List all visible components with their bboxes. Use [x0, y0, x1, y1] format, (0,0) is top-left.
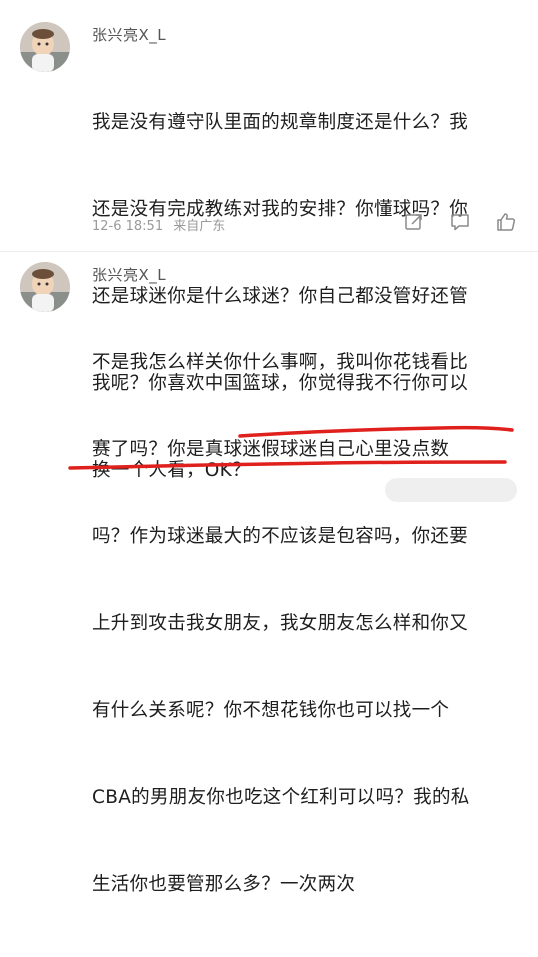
comment-text: 不是我怎么样关你什么事啊，我叫你花钱看比 赛了吗？你是真球迷假球迷自己心里没点数…	[92, 290, 522, 957]
username[interactable]: 张兴亮X_L	[92, 24, 166, 45]
comment-line: CBA的男朋友你也吃这个红利可以吗？我的私	[92, 787, 470, 808]
comment-meta: 12-6 18:51 来自广东	[92, 215, 231, 234]
comment-actions	[404, 212, 516, 232]
avatar[interactable]	[20, 262, 70, 312]
comment-icon[interactable]	[450, 212, 470, 232]
username[interactable]: 张兴亮X_L	[92, 264, 166, 285]
comment-line: 我是没有遵守队里面的规章制度还是什么？我	[92, 112, 469, 133]
comment-line: 生活你也要管那么多？一次两次	[92, 874, 356, 895]
comment-line: 赛了吗？你是真球迷假球迷自己心里没点数	[92, 439, 450, 460]
comment-line: 有什么关系呢？你不想花钱你也可以找一个	[92, 700, 450, 721]
comment-line: 吗？作为球迷最大的不应该是包容吗，你还要	[92, 526, 469, 547]
like-icon[interactable]	[496, 212, 516, 232]
location: 来自广东	[173, 219, 226, 234]
avatar[interactable]	[20, 22, 70, 72]
comment-line: 不是我怎么样关你什么事啊，我叫你花钱看比	[92, 352, 469, 373]
comment-line: 上升到攻击我女朋友，我女朋友怎么样和你又	[92, 613, 469, 634]
comment-2: 张兴亮X_L 不是我怎么样关你什么事啊，我叫你花钱看比 赛了吗？你是真球迷假球迷…	[0, 252, 538, 895]
watermark-badge	[385, 478, 517, 502]
timestamp: 12-6 18:51	[92, 219, 164, 234]
comment-1: 张兴亮X_L 我是没有遵守队里面的规章制度还是什么？我 还是没有完成教练对我的安…	[0, 0, 538, 481]
share-icon[interactable]	[404, 212, 424, 232]
